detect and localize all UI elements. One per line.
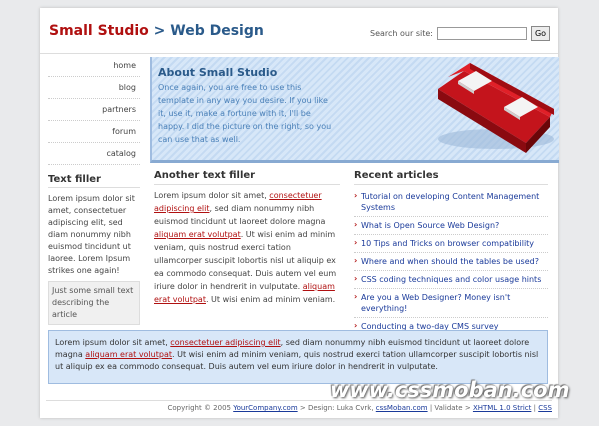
footer-design: > Design: Luka Cvrk, bbox=[297, 404, 376, 412]
footer-xhtml-link[interactable]: XHTML 1.0 Strict bbox=[473, 404, 531, 412]
header: Small Studio > Web Design Search our sit… bbox=[40, 8, 558, 54]
logo-studio: Small Studio bbox=[49, 23, 149, 39]
recent-article-item[interactable]: CSS coding techniques and color usage hi… bbox=[354, 271, 548, 289]
another-title: Another text filler bbox=[154, 170, 340, 185]
logo-separator: > bbox=[148, 23, 171, 39]
footer: Copyright © 2005 YourCompany.com > Desig… bbox=[46, 400, 552, 415]
another-text-filler-section: Another text filler Lorem ipsum dolor si… bbox=[154, 170, 340, 306]
footer-css-link[interactable]: CSS bbox=[538, 404, 552, 412]
feature-text: Once again, you are free to use this tem… bbox=[158, 83, 332, 144]
another-link-2[interactable]: aliquam erat volutpat bbox=[154, 230, 241, 239]
search-label: Search our site: bbox=[370, 29, 433, 38]
site-logo[interactable]: Small Studio > Web Design bbox=[49, 23, 264, 39]
recent-article-item[interactable]: What is Open Source Web Design? bbox=[354, 217, 548, 235]
search-form: Search our site: Go bbox=[370, 26, 551, 41]
bottom-link-1[interactable]: consectetuer adipiscing elit bbox=[170, 338, 280, 347]
nav-item-forum[interactable]: forum bbox=[48, 121, 140, 143]
footer-validate: | Validate > bbox=[427, 404, 473, 412]
text-filler-body: Lorem ipsum dolor sit amet, consectetuer… bbox=[48, 194, 135, 275]
feature-banner: About Small Studio Once again, you are f… bbox=[150, 57, 559, 163]
another-body: Lorem ipsum dolor sit amet, consectetuer… bbox=[154, 189, 340, 306]
recent-title: Recent articles bbox=[354, 170, 548, 185]
footer-copyright: Copyright © 2005 bbox=[167, 404, 234, 412]
bottom-text-1: Lorem ipsum dolor sit amet, bbox=[55, 338, 171, 347]
nav-item-partners[interactable]: partners bbox=[48, 99, 140, 121]
another-text-4: . Ut wisi enim ad minim veniam. bbox=[205, 295, 336, 304]
recent-articles-section: Recent articles Tutorial on developing C… bbox=[354, 170, 548, 336]
bottom-text-box: Lorem ipsum dolor sit amet, consectetuer… bbox=[48, 330, 548, 384]
search-input[interactable] bbox=[436, 27, 527, 40]
watermark: www.cssmoban.com bbox=[330, 378, 570, 402]
text-filler-box: Just some small text describing the arti… bbox=[48, 281, 140, 325]
footer-company-link[interactable]: YourCompany.com bbox=[233, 404, 297, 412]
side-navigation: home blog partners forum catalog bbox=[48, 55, 140, 165]
recent-article-item[interactable]: Tutorial on developing Content Managemen… bbox=[354, 188, 548, 217]
nav-item-home[interactable]: home bbox=[48, 55, 140, 77]
footer-design-link[interactable]: cssMoban.com bbox=[376, 404, 428, 412]
search-go-button[interactable]: Go bbox=[530, 26, 551, 41]
feature-title: About Small Studio bbox=[158, 66, 278, 79]
text-filler-sidebar: Text filler Lorem ipsum dolor sit amet, … bbox=[48, 174, 140, 325]
recent-article-item[interactable]: Are you a Web Designer? Money isn't ever… bbox=[354, 289, 548, 318]
recent-article-item[interactable]: 10 Tips and Tricks on browser compatibil… bbox=[354, 235, 548, 253]
nav-item-catalog[interactable]: catalog bbox=[48, 143, 140, 165]
recent-articles-list: Tutorial on developing Content Managemen… bbox=[354, 188, 548, 336]
logo-web-design: Web Design bbox=[170, 23, 264, 39]
nav-item-blog[interactable]: blog bbox=[48, 77, 140, 99]
another-text-1: Lorem ipsum dolor sit amet, bbox=[154, 191, 270, 200]
recent-article-item[interactable]: Where and when should the tables be used… bbox=[354, 253, 548, 271]
page-container: Small Studio > Web Design Search our sit… bbox=[40, 8, 559, 418]
bottom-link-2[interactable]: aliquam erat volutpat bbox=[85, 350, 172, 359]
red-sofa-illustration bbox=[438, 63, 554, 153]
text-filler-title: Text filler bbox=[48, 174, 140, 188]
